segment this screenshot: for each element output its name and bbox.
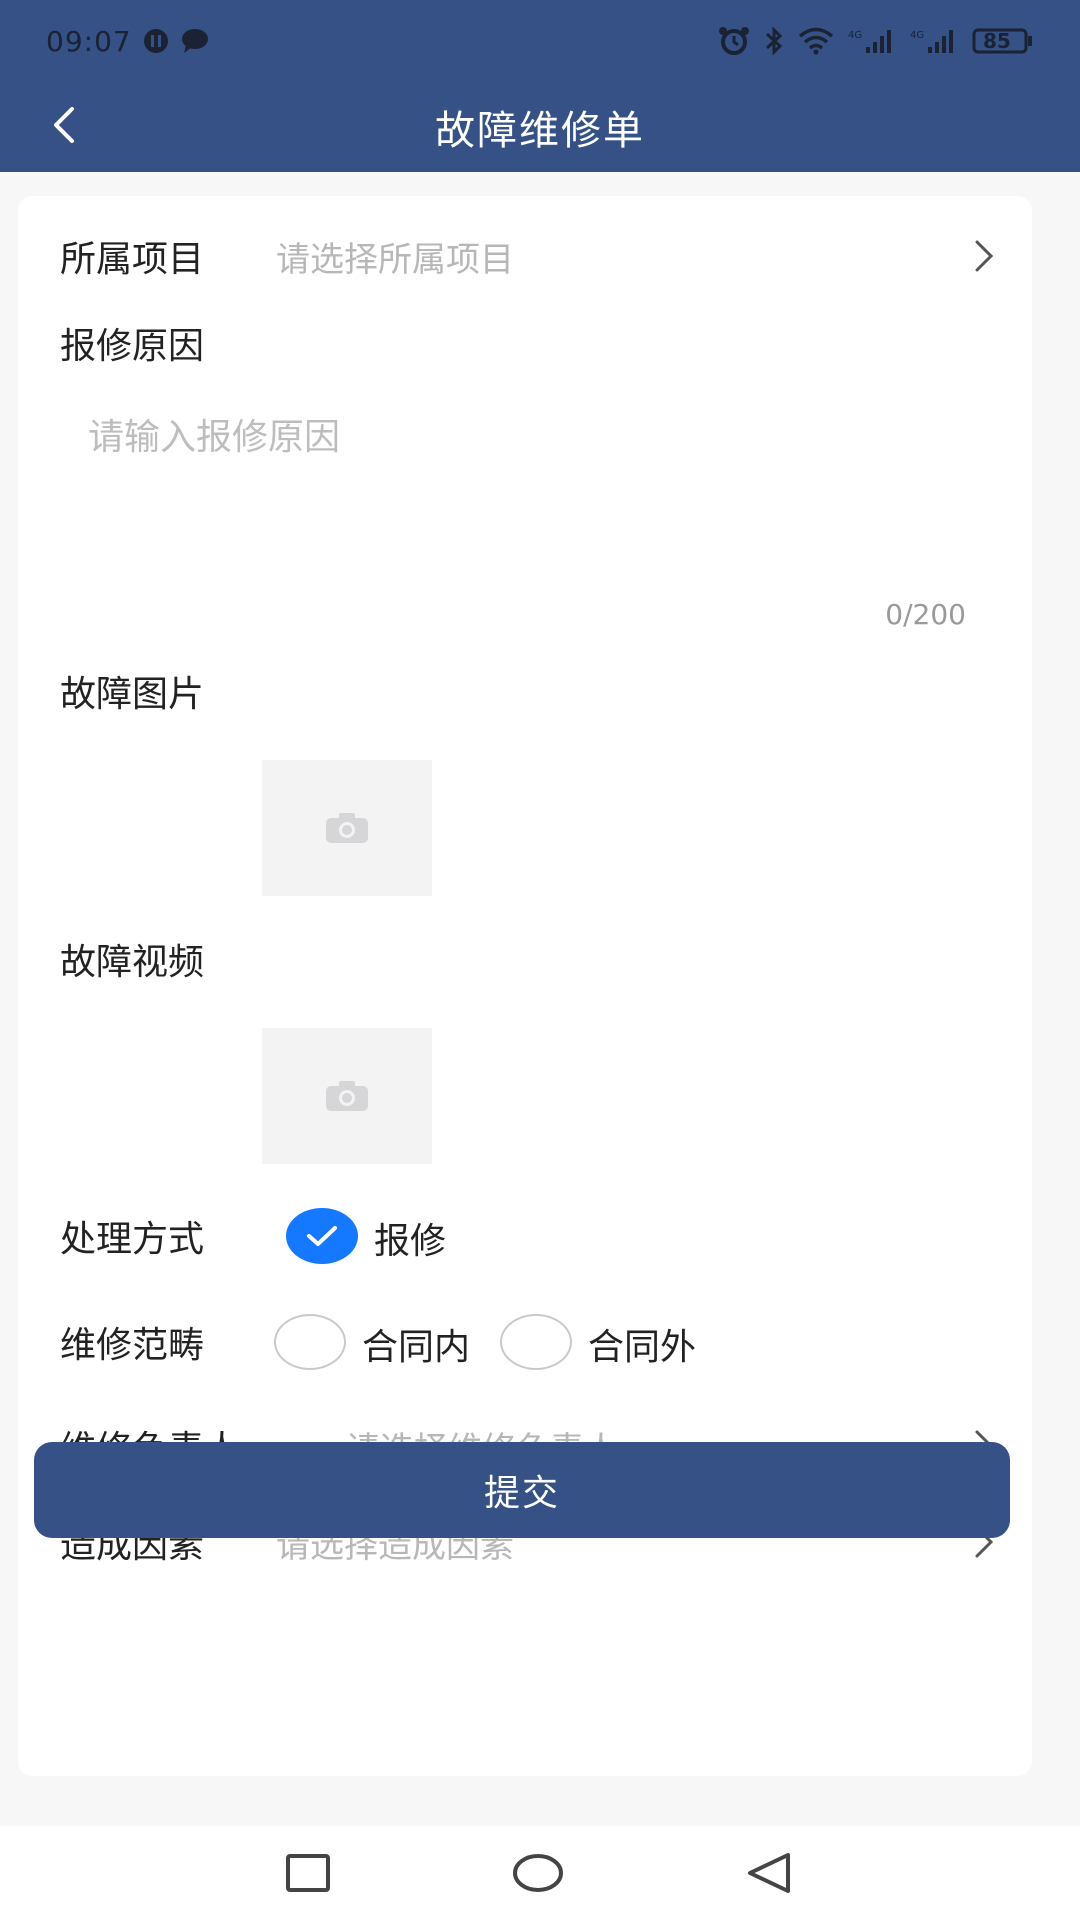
project-select[interactable]: 请选择所属项目 xyxy=(276,232,514,281)
project-label: 所属项目 xyxy=(60,239,205,280)
title-bar: 故障维修单 xyxy=(0,82,1080,172)
checkmark-icon xyxy=(307,1226,337,1246)
reason-label-row: 报修原因 xyxy=(18,308,1032,378)
battery-icon: 85 xyxy=(972,26,1034,56)
fault-video-upload[interactable] xyxy=(262,1028,432,1164)
svg-text:4G: 4G xyxy=(848,30,862,41)
char-counter: 0/200 xyxy=(885,598,966,631)
signal-4g-icon: 4G xyxy=(910,27,958,55)
fault-image-label: 故障图片 xyxy=(60,674,205,715)
alarm-icon xyxy=(718,26,750,56)
status-time: 09:07 xyxy=(46,24,132,58)
scope-row: 维修范畴 合同内 合同外 xyxy=(18,1302,1032,1382)
recent-apps-icon[interactable] xyxy=(280,1848,336,1898)
form-card: 所属项目 请选择所属项目 报修原因 0/200 故障图片 故障视频 处理方式 报… xyxy=(18,196,1032,1776)
reason-textarea[interactable] xyxy=(60,376,1000,616)
fault-image-row: 故障图片 xyxy=(18,656,1032,726)
camera-icon xyxy=(326,813,368,843)
project-row[interactable]: 所属项目 请选择所属项目 xyxy=(18,216,1032,296)
scope-out-contract-label[interactable]: 合同外 xyxy=(588,1318,696,1370)
fault-video-row: 故障视频 xyxy=(18,924,1032,994)
page-title: 故障维修单 xyxy=(435,108,645,154)
submit-button[interactable]: 提交 xyxy=(34,1442,1010,1538)
media-icon xyxy=(142,27,170,55)
scope-out-contract-radio[interactable] xyxy=(500,1314,572,1370)
fault-image-upload[interactable] xyxy=(262,760,432,896)
bluetooth-icon xyxy=(764,26,784,56)
home-icon[interactable] xyxy=(510,1848,566,1898)
scope-label: 维修范畴 xyxy=(60,1325,205,1366)
signal-4g-icon: 4G xyxy=(848,27,896,55)
reason-textarea-wrap xyxy=(60,376,1000,616)
wifi-icon xyxy=(798,27,834,55)
handling-label: 处理方式 xyxy=(60,1219,205,1260)
status-bar: 09:07 4G 4G 85 xyxy=(0,0,1080,82)
camera-icon xyxy=(326,1081,368,1111)
handling-row: 处理方式 报修 xyxy=(18,1196,1032,1276)
message-icon xyxy=(180,27,210,55)
scope-in-contract-radio[interactable] xyxy=(274,1314,346,1370)
handling-repair-checkbox[interactable] xyxy=(286,1208,358,1264)
handling-option-label[interactable]: 报修 xyxy=(374,1212,446,1264)
reason-label: 报修原因 xyxy=(60,326,205,367)
navigation-bar xyxy=(0,1826,1080,1920)
fault-video-label: 故障视频 xyxy=(60,942,205,983)
back-icon[interactable] xyxy=(740,1848,796,1898)
chevron-right-icon[interactable] xyxy=(964,236,1004,276)
svg-text:4G: 4G xyxy=(910,30,924,41)
scope-in-contract-label[interactable]: 合同内 xyxy=(362,1318,470,1370)
header: 09:07 4G 4G 85 故障维修单 xyxy=(0,0,1080,172)
battery-level: 85 xyxy=(983,29,1011,53)
back-arrow-icon[interactable] xyxy=(38,100,88,150)
